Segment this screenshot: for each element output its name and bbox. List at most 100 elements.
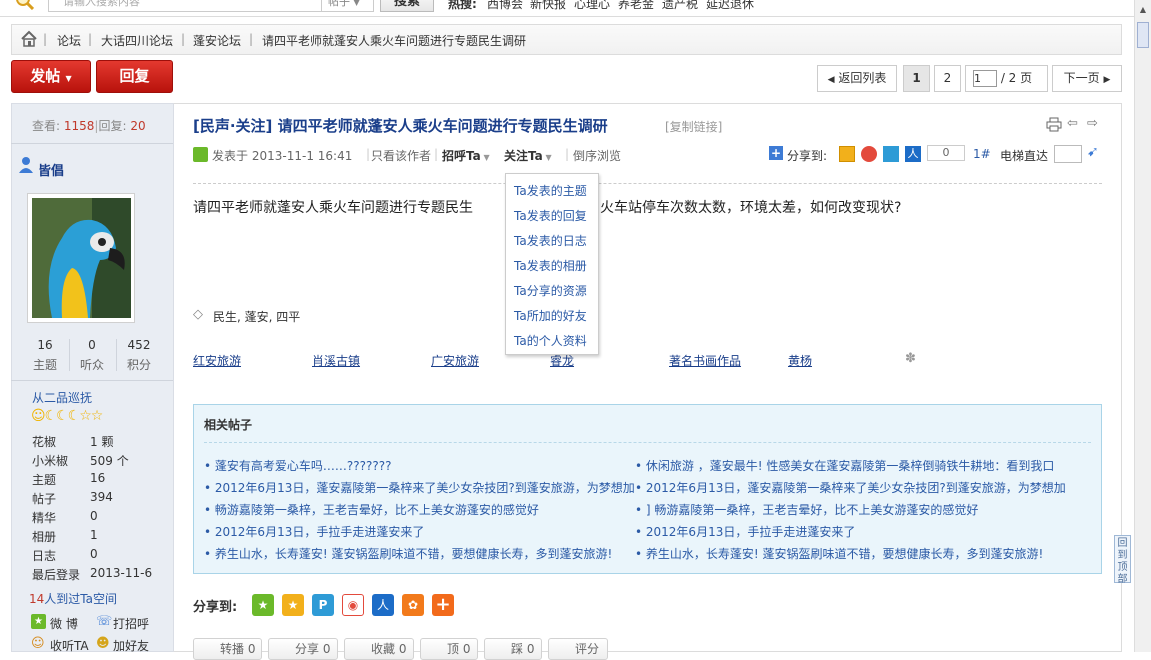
related-post-link[interactable]: • 畅游嘉陵第一桑梓，王老吉晕好，比不上美女游蓬安的感觉好 [204, 501, 634, 518]
scroll-up-icon[interactable]: ▲ [1137, 2, 1149, 18]
recommend-link[interactable]: 广安旅游 [431, 352, 479, 369]
qzone-share-icon[interactable] [839, 146, 855, 162]
hot-search-link[interactable]: 心理心 [574, 0, 610, 12]
more-share-icon[interactable]: + [432, 594, 454, 616]
info-value-topics[interactable]: 16 [90, 471, 105, 485]
elevator-input[interactable] [1054, 145, 1082, 163]
breadcrumb-thread[interactable]: 请四平老师就蓬安人乘火车问题进行专题民生调研 [262, 32, 526, 49]
prev-thread-icon[interactable]: ⇦ [1067, 116, 1078, 131]
related-post-link[interactable]: • 养生山水，长寿蓬安! 蓬安锅盔刷味道不错，要想健康长寿，多到蓬安旅游! [204, 545, 634, 562]
recommend-link[interactable]: 红安旅游 [193, 352, 241, 369]
space-visitors[interactable]: 14人到过Ta空间 [29, 590, 117, 607]
pengyou-share-icon[interactable]: P [312, 594, 334, 616]
author-listeners-label: 听众 [79, 358, 104, 372]
author-rank[interactable]: 从二品巡抚 [32, 389, 92, 406]
breadcrumb-forum[interactable]: 论坛 [57, 32, 81, 49]
recommend-link[interactable]: 肖溪古镇 [312, 352, 360, 369]
info-value-albums[interactable]: 1 [90, 528, 98, 542]
menu-item-blogs[interactable]: Ta发表的日志 [514, 232, 587, 249]
hot-search-link[interactable]: 新快报 [530, 0, 566, 12]
print-icon[interactable] [1046, 117, 1062, 132]
posted-time: 2013-11-1 16:41 [251, 149, 353, 163]
qzone-share-icon[interactable]: ★ [282, 594, 304, 616]
back-to-list-button[interactable]: ◀ 返回列表 [817, 65, 897, 92]
posted-prefix: 发表于 [212, 149, 249, 163]
author-only-link[interactable]: 只看该作者 [371, 147, 431, 164]
related-post-link[interactable]: • 2012年6月13日，蓬安嘉陵第一桑梓来了美少女杂技团?到蓬安旅游，为梦想加 [204, 479, 634, 496]
weibo-tencent-share-icon[interactable]: ★ [252, 594, 274, 616]
share-plus-icon[interactable]: + [769, 146, 783, 160]
elevator-go-icon[interactable]: ➹ [1087, 144, 1099, 160]
page-jump-input[interactable]: 1 [973, 70, 997, 87]
sina-weibo-share-icon[interactable]: ◉ [342, 594, 364, 616]
rate-button[interactable]: 评分 [548, 638, 608, 660]
recommend-link[interactable]: 著名书画作品 [669, 352, 741, 369]
search-icon[interactable] [14, 0, 34, 10]
author-listeners-count[interactable]: 0 [72, 338, 112, 352]
breadcrumb-pengan[interactable]: 蓬安论坛 [193, 32, 241, 49]
info-value-posts[interactable]: 394 [90, 490, 113, 504]
page-2-button[interactable]: 2 [934, 65, 961, 92]
add-friend-link[interactable]: 加好友 [113, 637, 149, 654]
kaixin-share-icon[interactable]: ✿ [402, 594, 424, 616]
post-tags[interactable]: 民生, 蓬安, 四平 [213, 308, 300, 325]
related-post-link[interactable]: • 蓬安有高考爱心车吗……??????? [204, 457, 634, 474]
hot-search-link[interactable]: 遗产税 [662, 0, 698, 12]
next-page-button[interactable]: 下一页 ▶ [1052, 65, 1122, 92]
paw-icon[interactable]: ✽ [905, 351, 916, 366]
new-post-button[interactable]: 发帖 ▼ [11, 60, 91, 93]
back-to-top-button[interactable]: 回到顶部 [1114, 535, 1131, 585]
menu-item-friends[interactable]: Ta所加的好友 [514, 307, 587, 324]
home-icon[interactable] [20, 30, 38, 48]
related-post-link[interactable]: • 2012年6月13日，蓬安嘉陵第一桑梓来了美少女杂技团?到蓬安旅游，为梦想加 [635, 479, 1095, 496]
greet-ta-menu[interactable]: 招呼Ta ▼ [442, 147, 490, 164]
author-topics-count[interactable]: 16 [25, 338, 65, 352]
menu-item-shares[interactable]: Ta分享的资源 [514, 282, 587, 299]
vertical-scrollbar[interactable] [1134, 0, 1151, 652]
info-label-posts: 帖子 [32, 492, 57, 506]
search-input[interactable]: 请输入搜索内容 [48, 0, 322, 12]
renren-share-icon[interactable]: 人 [372, 594, 394, 616]
page-1-button[interactable]: 1 [903, 65, 930, 92]
avatar[interactable] [32, 198, 131, 318]
reverse-order-link[interactable]: 倒序浏览 [573, 147, 621, 164]
author-name[interactable]: 皆倡 [38, 160, 64, 179]
info-label-xiaomijiao: 小米椒 [32, 454, 69, 468]
follow-link[interactable]: 收听TA [50, 637, 89, 654]
reply-button[interactable]: 回复 [96, 60, 173, 93]
follow-ta-menu[interactable]: 关注Ta ▼ [504, 147, 552, 164]
next-thread-icon[interactable]: ⇨ [1087, 116, 1098, 131]
hot-search-link[interactable]: 延迟退休 [706, 0, 754, 12]
floor-number[interactable]: 1# [973, 147, 991, 161]
pengyou-share-icon[interactable] [883, 146, 899, 162]
renren-share-icon[interactable]: 人 [905, 146, 921, 162]
downvote-button[interactable]: 踩 0 [484, 638, 542, 660]
weibo-share-icon[interactable] [861, 146, 877, 162]
menu-item-replies[interactable]: Ta发表的回复 [514, 207, 587, 224]
greet-link[interactable]: 打招呼 [113, 615, 149, 632]
breadcrumb-sichuan[interactable]: 大话四川论坛 [101, 32, 173, 49]
share-button[interactable]: 分享 0 [268, 638, 338, 660]
related-post-link[interactable]: • 休闲旅游 ，蓬安最牛! 性感美女在蓬安嘉陵第一桑梓倒骑铁牛耕地：看到我口 [635, 457, 1095, 474]
search-type-select[interactable]: 帖子 ▼ [322, 0, 374, 12]
hot-search-link[interactable]: 养老金 [618, 0, 654, 12]
search-button[interactable]: 搜索 [380, 0, 434, 12]
posted-meta: 发表于 2013-11-1 16:41 [212, 147, 352, 164]
favorite-button[interactable]: 收藏 0 [344, 638, 414, 660]
copy-link[interactable]: [复制链接] [665, 118, 722, 135]
related-post-link[interactable]: • ] 畅游嘉陵第一桑梓，王老吉晕好，比不上美女游蓬安的感觉好 [635, 501, 1095, 518]
related-post-link[interactable]: • 养生山水，长寿蓬安! 蓬安锅盔刷味道不错，要想健康长寿，多到蓬安旅游! [635, 545, 1095, 562]
recommend-link[interactable]: 黄杨 [788, 352, 812, 369]
scrollbar-thumb[interactable] [1137, 22, 1149, 48]
menu-item-profile[interactable]: Ta的个人资料 [514, 332, 587, 349]
info-value-blogs[interactable]: 0 [90, 547, 98, 561]
menu-item-albums[interactable]: Ta发表的相册 [514, 257, 587, 274]
related-post-link[interactable]: • 2012年6月13日，手拉手走进蓬安来了 [635, 523, 1095, 540]
related-post-link[interactable]: • 2012年6月13日，手拉手走进蓬安来了 [204, 523, 634, 540]
hot-search-link[interactable]: 西博会 [487, 0, 523, 12]
author-points-count[interactable]: 452 [119, 338, 159, 352]
repost-button[interactable]: 转播 0 [193, 638, 262, 660]
menu-item-threads[interactable]: Ta发表的主题 [514, 182, 587, 199]
upvote-button[interactable]: 顶 0 [420, 638, 478, 660]
weibo-link[interactable]: 微 博 [50, 615, 78, 632]
